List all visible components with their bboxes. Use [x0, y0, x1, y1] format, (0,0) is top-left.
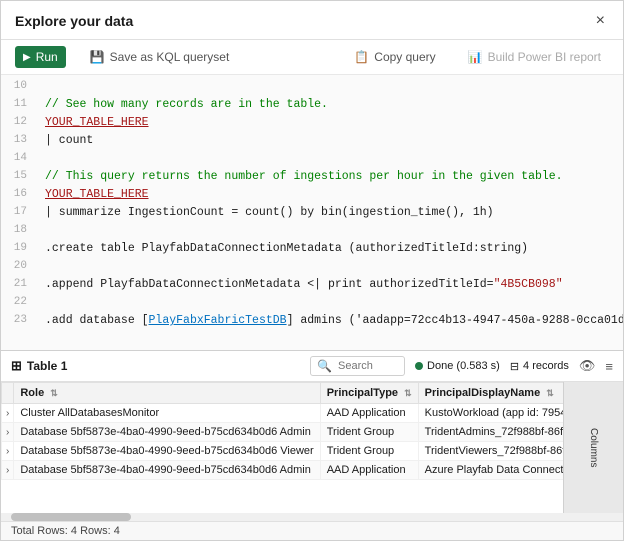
results-table: Role ⇅ PrincipalType ⇅ PrincipalDisplayN… [1, 382, 623, 480]
search-box[interactable]: 🔍 [310, 356, 405, 376]
save-label: Save as KQL queryset [110, 50, 230, 64]
code-line: 16 YOUR_TABLE_HERE [1, 187, 623, 205]
status-bar-text: Total Rows: 4 Rows: 4 [11, 525, 120, 537]
expand-cell[interactable]: › [2, 404, 14, 423]
expand-cell[interactable]: › [2, 423, 14, 442]
save-queryset-button[interactable]: 💾 Save as KQL queryset [82, 46, 238, 68]
status-icon [415, 362, 423, 370]
col-role[interactable]: Role ⇅ [14, 383, 320, 404]
col-principal-display-label: PrincipalDisplayName [425, 387, 541, 399]
results-header: ⊞ Table 1 🔍 Done (0.583 s) ⊟ 4 records 👁… [1, 351, 623, 382]
code-line: 10 [1, 79, 623, 97]
status-done: Done (0.583 s) [415, 360, 500, 372]
expand-cell[interactable]: › [2, 442, 14, 461]
code-line: 15 // This query returns the number of i… [1, 169, 623, 187]
copy-label: Copy query [374, 50, 435, 64]
col-principal-type[interactable]: PrincipalType ⇅ [320, 383, 418, 404]
cell-role: Database 5bf5873e-4ba0-4990-9eed-b75cd63… [14, 442, 320, 461]
table-row: › Database 5bf5873e-4ba0-4990-9eed-b75cd… [2, 461, 624, 480]
table-icon: ⊞ [11, 358, 22, 374]
table-header-row: Role ⇅ PrincipalType ⇅ PrincipalDisplayN… [2, 383, 624, 404]
eye-icon[interactable]: 👁 [579, 358, 596, 374]
modal-header: Explore your data × [1, 1, 623, 40]
scrollbar-thumb[interactable] [11, 513, 131, 521]
code-line: 17 | summarize IngestionCount = count() … [1, 205, 623, 223]
results-title: ⊞ Table 1 [11, 358, 67, 374]
cell-role: Database 5bf5873e-4ba0-4990-9eed-b75cd63… [14, 461, 320, 480]
table-row: › Database 5bf5873e-4ba0-4990-9eed-b75cd… [2, 423, 624, 442]
code-line: 20 [1, 259, 623, 277]
cell-principal-type: Trident Group [320, 423, 418, 442]
code-line: 23 .add database [PlayFabxFabricTestDB] … [1, 313, 623, 331]
records-text: 4 records [523, 360, 569, 372]
status-bar: Total Rows: 4 Rows: 4 [1, 521, 623, 540]
columns-sidebar[interactable]: Columns [563, 382, 623, 513]
search-input[interactable] [338, 360, 398, 372]
status-text: Done (0.583 s) [427, 360, 500, 372]
sort-icon: ⇅ [404, 388, 412, 398]
search-icon: 🔍 [317, 359, 332, 373]
code-editor[interactable]: 10 11 // See how many records are in the… [1, 75, 623, 350]
code-line: 14 [1, 151, 623, 169]
build-label: Build Power BI report [488, 50, 601, 64]
results-table-container: Role ⇅ PrincipalType ⇅ PrincipalDisplayN… [1, 382, 623, 513]
run-icon: ▶ [23, 52, 31, 63]
columns-icon[interactable]: ≡ [605, 359, 613, 374]
run-label: Run [36, 50, 58, 64]
code-line: 12 YOUR_TABLE_HERE [1, 115, 623, 133]
explore-data-modal: Explore your data × ▶ Run 💾 Save as KQL … [0, 0, 624, 541]
cell-role: Database 5bf5873e-4ba0-4990-9eed-b75cd63… [14, 423, 320, 442]
results-panel: ⊞ Table 1 🔍 Done (0.583 s) ⊟ 4 records 👁… [1, 350, 623, 540]
code-line: 19 .create table PlayfabDataConnectionMe… [1, 241, 623, 259]
cell-principal-type: AAD Application [320, 461, 418, 480]
grid-icon: ⊟ [510, 360, 519, 373]
records-count: ⊟ 4 records [510, 360, 569, 373]
toolbar: ▶ Run 💾 Save as KQL queryset 📋 Copy quer… [1, 40, 623, 75]
code-line: 13 | count [1, 133, 623, 151]
cell-role: Cluster AllDatabasesMonitor [14, 404, 320, 423]
modal-title: Explore your data [15, 13, 133, 29]
code-line: 21 .append PlayfabDataConnectionMetadata… [1, 277, 623, 295]
close-button[interactable]: × [592, 11, 609, 31]
cell-principal-type: Trident Group [320, 442, 418, 461]
sort-icon: ⇅ [546, 388, 554, 398]
cell-principal-type: AAD Application [320, 404, 418, 423]
sort-icon: ⇅ [50, 388, 58, 398]
col-principal-type-label: PrincipalType [327, 387, 398, 399]
expand-cell[interactable]: › [2, 461, 14, 480]
col-role-label: Role [20, 387, 44, 399]
copy-query-button[interactable]: 📋 Copy query [346, 46, 443, 68]
horizontal-scrollbar[interactable] [1, 513, 623, 521]
table-row: › Database 5bf5873e-4ba0-4990-9eed-b75cd… [2, 442, 624, 461]
copy-icon: 📋 [354, 50, 369, 64]
build-powerbi-button[interactable]: 📊 Build Power BI report [460, 46, 609, 68]
code-line: 22 [1, 295, 623, 313]
code-line: 11 // See how many records are in the ta… [1, 97, 623, 115]
table-label: Table 1 [27, 359, 67, 373]
save-icon: 💾 [90, 50, 105, 64]
run-button[interactable]: ▶ Run [15, 46, 66, 68]
code-line: 18 [1, 223, 623, 241]
powerbi-icon: 📊 [468, 50, 483, 64]
table-row: › Cluster AllDatabasesMonitor AAD Applic… [2, 404, 624, 423]
